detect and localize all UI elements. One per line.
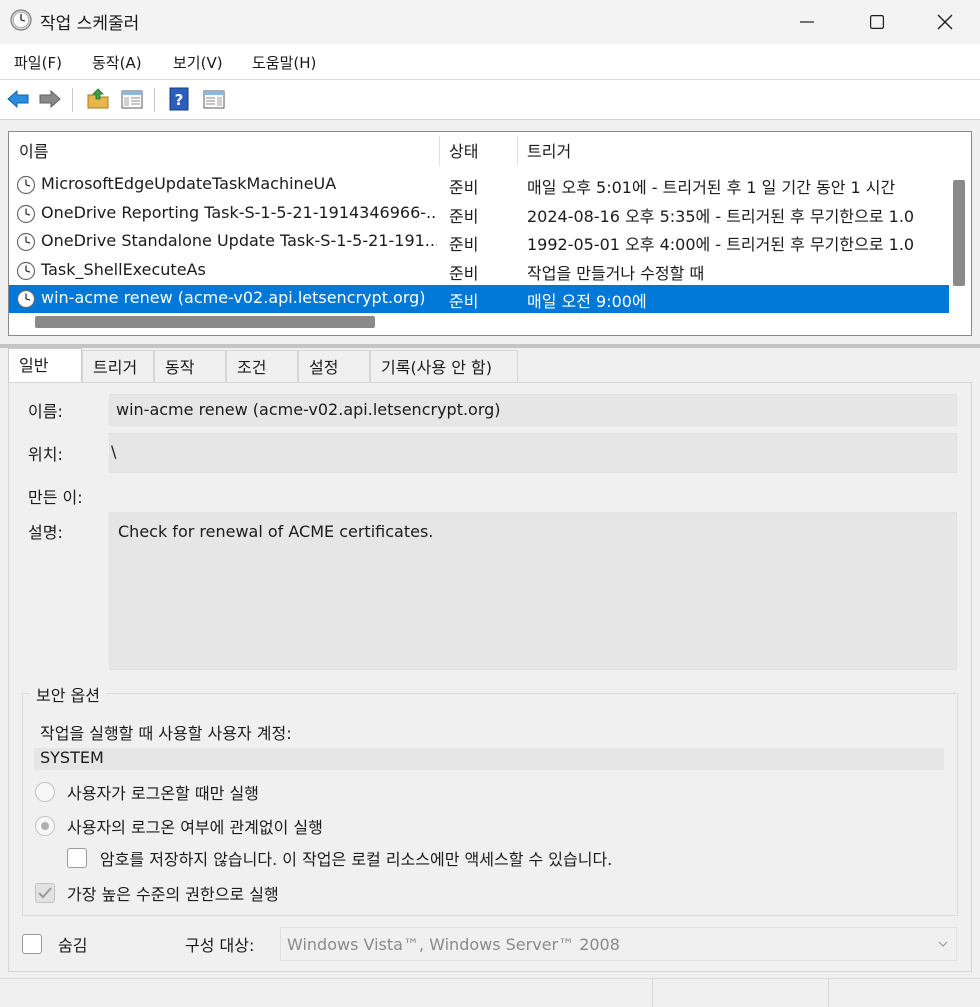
configure-for-value: Windows Vista™, Windows Server™ 2008: [287, 935, 620, 954]
hidden-checkbox[interactable]: [22, 934, 42, 954]
svg-text:?: ?: [175, 91, 184, 109]
tab-settings[interactable]: 설정: [298, 350, 370, 382]
column-header-trigger[interactable]: 트리거: [517, 132, 957, 169]
back-arrow-icon: [7, 89, 29, 109]
task-list[interactable]: 이름 상태 트리거 MicrosoftEdgeUpdateTaskMachine…: [8, 131, 972, 336]
highest-privileges-label: 가장 높은 수준의 권한으로 실행: [67, 885, 279, 904]
clock-icon: [16, 261, 36, 281]
task-state: 준비: [449, 263, 479, 283]
task-row[interactable]: OneDrive Reporting Task-S-1-5-21-1914346…: [9, 200, 949, 228]
do-not-store-password-label: 암호를 저장하지 않습니다. 이 작업은 로컬 리소스에만 액세스할 수 있습니…: [100, 850, 613, 869]
tab-history[interactable]: 기록(사용 안 함): [370, 350, 518, 382]
show-hide-pane-button[interactable]: [118, 86, 146, 112]
task-trigger: 2024-08-16 오후 5:35에 - 트리거된 후 무기한으로 1.0: [527, 206, 915, 226]
description-label: 설명:: [28, 523, 63, 542]
chevron-down-icon: [938, 941, 948, 947]
configure-for-dropdown[interactable]: Windows Vista™, Windows Server™ 2008: [280, 927, 957, 961]
name-field[interactable]: win-acme renew (acme-v02.api.letsencrypt…: [109, 394, 957, 426]
task-name: win-acme renew (acme-v02.api.letsencrypt…: [41, 288, 426, 307]
task-state: 준비: [449, 235, 479, 254]
checkmark-icon: [38, 887, 52, 899]
column-header-name[interactable]: 이름: [9, 132, 439, 169]
security-options-title: 보안 옵션: [30, 682, 106, 706]
run-as-account-value: SYSTEM: [34, 748, 944, 770]
run-whether-logged-on-radio[interactable]: [35, 816, 55, 836]
back-button[interactable]: [4, 86, 32, 112]
do-not-store-password-checkbox[interactable]: [67, 848, 87, 868]
action-pane-icon: [203, 90, 225, 109]
task-row[interactable]: win-acme renew (acme-v02.api.letsencrypt…: [9, 285, 949, 313]
tab-actions[interactable]: 동작: [154, 350, 226, 382]
toolbar-separator: [72, 88, 73, 112]
minimize-button[interactable]: [772, 0, 842, 44]
task-name: OneDrive Standalone Update Task-S-1-5-21…: [41, 231, 437, 250]
task-trigger: 매일 오후 5:01에 - 트리거된 후 1 일 기간 동안 1 시간: [527, 178, 896, 197]
menu-bar: 파일(F) 동작(A) 보기(V) 도움말(H): [0, 44, 980, 80]
maximize-button[interactable]: [842, 0, 912, 44]
name-label: 이름:: [28, 402, 63, 421]
task-trigger: 작업을 만들거나 수정할 때: [527, 263, 705, 283]
menu-action[interactable]: 동작(A): [92, 52, 142, 73]
tab-general[interactable]: 일반: [8, 348, 82, 383]
vertical-scrollbar[interactable]: [953, 180, 965, 286]
close-button[interactable]: [910, 0, 980, 44]
up-folder-button[interactable]: [84, 86, 112, 112]
horizontal-scrollbar[interactable]: [35, 316, 375, 328]
location-field[interactable]: \: [109, 433, 957, 473]
task-state: 준비: [449, 206, 479, 226]
clock-icon: [16, 232, 36, 252]
status-cell: [828, 979, 980, 1007]
toolbar: ?: [0, 80, 980, 120]
clock-icon: [16, 175, 36, 195]
task-state: 준비: [449, 178, 479, 197]
tab-triggers[interactable]: 트리거: [82, 350, 154, 382]
task-row[interactable]: OneDrive Standalone Update Task-S-1-5-21…: [9, 228, 949, 256]
clock-icon: [16, 289, 36, 309]
task-name: OneDrive Reporting Task-S-1-5-21-1914346…: [41, 202, 437, 222]
folder-up-icon: [87, 88, 109, 109]
forward-button[interactable]: [36, 86, 64, 112]
configure-for-label: 구성 대상:: [185, 936, 255, 955]
task-trigger: 매일 오전 9:00에: [527, 292, 647, 311]
highest-privileges-checkbox[interactable]: [35, 883, 55, 903]
menu-view[interactable]: 보기(V): [173, 52, 223, 73]
pane-splitter[interactable]: [0, 344, 980, 348]
help-button[interactable]: ?: [165, 86, 193, 112]
task-name: Task_ShellExecuteAs: [41, 259, 206, 279]
window-title: 작업 스케줄러: [40, 14, 140, 34]
maximize-icon: [870, 15, 884, 29]
tab-conditions[interactable]: 조건: [226, 350, 298, 382]
column-header-state[interactable]: 상태: [439, 132, 517, 169]
task-row[interactable]: Task_ShellExecuteAs 준비 작업을 만들거나 수정할 때: [9, 257, 949, 285]
run-whether-logged-on-label: 사용자의 로그온 여부에 관계없이 실행: [67, 818, 323, 837]
help-icon: ?: [169, 87, 189, 111]
run-as-account-label: 작업을 실행할 때 사용할 사용자 계정:: [40, 724, 292, 743]
menu-file[interactable]: 파일(F): [14, 52, 62, 73]
clock-icon: [16, 204, 36, 224]
run-only-logged-on-radio[interactable]: [35, 782, 55, 802]
minimize-icon: [800, 21, 814, 23]
forward-arrow-icon: [39, 89, 61, 109]
action-pane-button[interactable]: [200, 86, 228, 112]
task-name: MicrosoftEdgeUpdateTaskMachineUA: [41, 174, 337, 193]
toolbar-separator: [154, 88, 155, 112]
author-label: 만든 이:: [28, 488, 83, 507]
task-row[interactable]: MicrosoftEdgeUpdateTaskMachineUA 준비 매일 오후 …: [9, 171, 949, 199]
location-label: 위치:: [28, 445, 63, 464]
status-cell: [652, 979, 828, 1007]
close-icon: [937, 14, 953, 30]
description-field[interactable]: Check for renewal of ACME certificates.: [109, 512, 957, 670]
run-only-logged-on-label: 사용자가 로그온할 때만 실행: [67, 784, 259, 803]
hidden-label: 숨김: [58, 936, 88, 955]
task-trigger: 1992-05-01 오후 4:00에 - 트리거된 후 무기한으로 1.0: [527, 235, 915, 254]
menu-help[interactable]: 도움말(H): [252, 52, 316, 73]
clock-icon: [10, 9, 32, 31]
task-state: 준비: [449, 292, 479, 311]
title-bar: 작업 스케줄러: [0, 0, 980, 44]
show-hide-pane-icon: [121, 90, 143, 109]
status-bar: [0, 978, 980, 1007]
